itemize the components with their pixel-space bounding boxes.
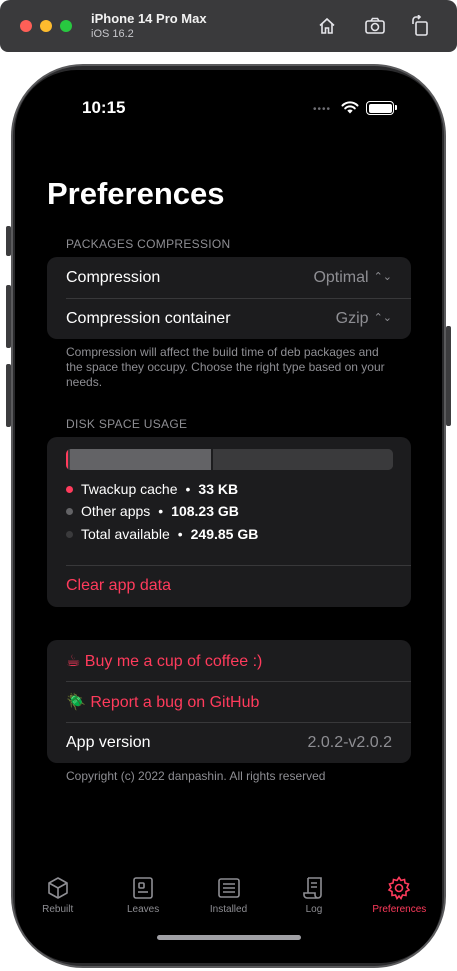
volume-down-button [6,364,11,427]
report-bug-button[interactable]: 🪲 Report a bug on GitHub [47,681,411,722]
app-version-label: App version [66,733,151,751]
home-indicator [157,935,301,940]
simulator-titlebar: iPhone 14 Pro Max iOS 16.2 [0,0,457,52]
compression-container-row[interactable]: Compression container Gzip ⌃⌄ [47,298,411,339]
disk-usage-bar [66,449,393,470]
compression-picker[interactable]: Optimal ⌃⌄ [313,269,392,287]
tab-preferences[interactable]: Preferences [357,875,442,935]
chevron-up-down-icon: ⌃⌄ [373,312,392,324]
legend-twackup-cache: Twackup cache • 33 KB [66,481,238,497]
app-version-value: 2.0.2-v2.0.2 [307,733,393,751]
minimize-window-button[interactable] [40,20,52,32]
home-icon [319,17,335,34]
tab-bar: Rebuilt Leaves Installed Log Preferences [15,875,442,935]
legend-other-apps: Other apps • 108.23 GB [66,503,239,519]
zoom-window-button[interactable] [60,20,72,32]
screenshot-button[interactable] [363,14,387,38]
about-group: ☕ Buy me a cup of coffee :) 🪲 Report a b… [47,640,411,763]
compression-container-picker[interactable]: Gzip ⌃⌄ [336,310,392,328]
tab-leaves[interactable]: Leaves [100,875,185,935]
dynamic-island [169,93,295,130]
close-window-button[interactable] [20,20,32,32]
screenshot-icon [365,17,385,34]
phone-screen: 10:15 •••• Preferences PACKAGES COMPRESS… [15,70,442,963]
mute-switch [6,226,11,256]
tab-log[interactable]: Log [271,875,356,935]
battery-icon [366,101,394,115]
usage-segment-free [210,449,393,470]
scroll-icon [303,877,322,899]
home-button[interactable] [315,14,339,38]
buy-coffee-button[interactable]: ☕ Buy me a cup of coffee :) [47,640,411,681]
leaves-icon [133,877,153,899]
chevron-up-down-icon: ⌃⌄ [373,271,392,283]
legend-dot [66,507,73,515]
compression-row[interactable]: Compression Optimal ⌃⌄ [47,257,411,298]
compression-footer: Compression will affect the build time o… [66,345,385,389]
usage-segment-other [67,449,211,470]
compression-section-header: PACKAGES COMPRESSION [66,237,231,251]
power-button [446,326,451,426]
volume-up-button [6,285,11,348]
page-title: Preferences [47,176,225,211]
legend-total-available: Total available • 249.85 GB [66,526,258,542]
compression-label: Compression [66,268,161,286]
rotate-button[interactable] [408,14,432,38]
cellular-signal-icon: •••• [313,104,332,115]
tab-rebuilt[interactable]: Rebuilt [15,875,100,935]
coffee-icon: ☕ [66,652,81,670]
copyright-text: Copyright (c) 2022 danpashin. All rights… [66,769,326,783]
compression-container-label: Compression container [66,309,231,327]
gear-icon [388,876,411,901]
legend-dot [66,530,73,538]
installed-icon [217,878,240,898]
bug-icon: 🪲 [66,693,86,711]
app-version-row: App version 2.0.2-v2.0.2 [47,722,411,763]
disk-usage-group: Twackup cache • 33 KB Other apps • 108.2… [47,437,411,607]
clear-app-data-button[interactable]: Clear app data [47,565,411,607]
simulator-subtitle: iOS 16.2 [91,28,134,40]
cube-icon [47,877,68,899]
tab-installed[interactable]: Installed [186,875,271,935]
disk-section-header: DISK SPACE USAGE [66,417,188,431]
rotate-icon [412,15,428,36]
simulator-title: iPhone 14 Pro Max [91,11,207,26]
wifi-icon [341,101,359,114]
status-time: 10:15 [82,98,126,117]
legend-dot [66,485,73,493]
compression-group: Compression Optimal ⌃⌄ Compression contai… [47,257,411,339]
